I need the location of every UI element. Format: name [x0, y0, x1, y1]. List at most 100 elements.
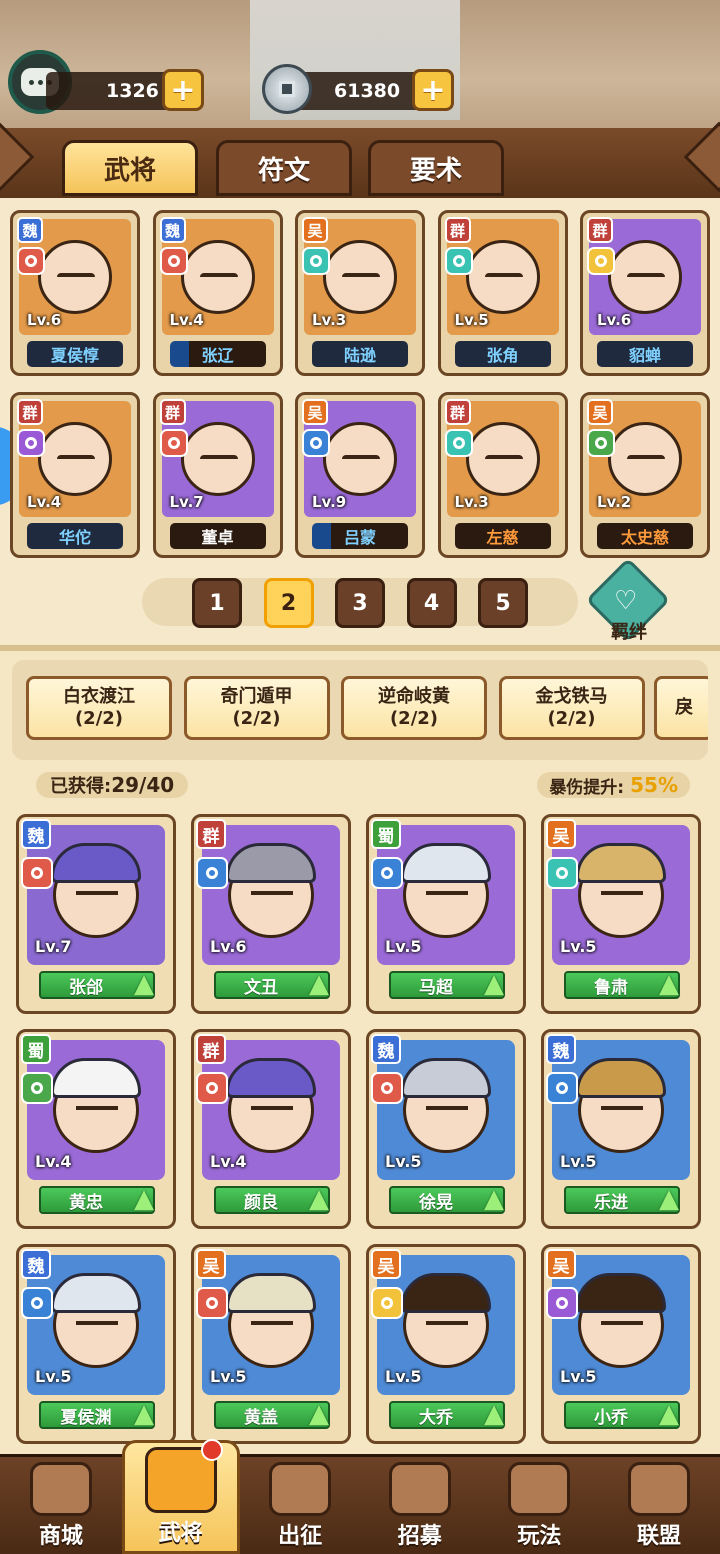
nav-label: 出征 — [278, 1524, 323, 1549]
nav-modes[interactable]: 玩法 — [480, 1458, 598, 1554]
owned-hero-card[interactable]: 魏 Lv.5 徐晃 ▲ — [366, 1029, 526, 1229]
roster-card[interactable]: 群 Lv.6 貂蝉 — [580, 210, 710, 376]
owned-hero-card[interactable]: 群 Lv.4 颜良 ▲ — [191, 1029, 351, 1229]
owned-hero-card[interactable]: 吴 Lv.5 小乔 ▲ — [541, 1244, 701, 1444]
helmet-icon — [51, 843, 141, 883]
hero-name: 貂蝉 — [628, 346, 661, 365]
owned-hero-card[interactable]: 吴 Lv.5 黄盖 ▲ — [191, 1244, 351, 1444]
roster-card[interactable]: 魏 Lv.4 张辽 — [152, 210, 283, 376]
hero-name-bar: 左慈 — [454, 523, 551, 549]
bond-card[interactable]: 金戈铁马 (2/2) — [498, 676, 645, 740]
upgrade-arrow-icon[interactable]: ▲ — [479, 1184, 509, 1214]
weapon-type-icon — [196, 857, 228, 889]
owned-hero-card[interactable]: 吴 Lv.5 鲁肃 ▲ — [541, 814, 701, 1014]
upgrade-arrow-icon[interactable]: ▲ — [129, 1184, 159, 1214]
owned-hero-card[interactable]: 魏 Lv.5 乐进 ▲ — [541, 1029, 701, 1229]
page-button-5[interactable]: 5 — [478, 578, 528, 628]
tab-generals[interactable]: 武将 — [62, 140, 198, 196]
roster-card[interactable]: 魏 Lv.6 夏侯惇 — [10, 210, 140, 376]
bond-card[interactable]: 白衣渡江 (2/2) — [26, 676, 172, 740]
roster-card[interactable]: 吴 Lv.2 太史慈 — [580, 392, 710, 558]
owned-hero-card[interactable]: 蜀 Lv.5 马超 ▲ — [366, 814, 526, 1014]
hero-level: Lv.4 — [27, 493, 62, 511]
bond-card[interactable]: 奇门遁甲 (2/2) — [183, 676, 330, 740]
upgrade-arrow-icon[interactable]: ▲ — [654, 969, 684, 999]
weapon-type-icon — [546, 1072, 578, 1104]
upgrade-arrow-icon[interactable]: ▲ — [654, 1184, 684, 1214]
add-coins-button[interactable]: + — [412, 69, 454, 111]
nav-generals[interactable]: 武将 — [121, 1439, 240, 1554]
upgrade-arrow-icon[interactable]: ▲ — [129, 969, 159, 999]
owned-hero-card[interactable]: 吴 Lv.5 大乔 ▲ — [366, 1244, 526, 1444]
helmet-icon — [401, 843, 491, 883]
helmet-icon — [51, 1273, 141, 1313]
upgrade-arrow-icon[interactable]: ▲ — [304, 969, 334, 999]
page-button-3[interactable]: 3 — [335, 578, 385, 628]
upgrade-arrow-icon[interactable]: ▲ — [479, 1399, 509, 1429]
hero-level: Lv.6 — [597, 311, 632, 329]
hero-name-bar: 董卓 — [169, 523, 266, 549]
hero-level: Lv.4 — [35, 1152, 72, 1171]
hero-level: Lv.3 — [454, 493, 489, 511]
page-button-2[interactable]: 2 — [263, 578, 314, 628]
tab-runes[interactable]: 符文 — [216, 140, 352, 196]
bond-name: 白衣渡江 — [63, 686, 135, 707]
hero-name: 太史慈 — [620, 528, 669, 547]
nav-alliance[interactable]: 联盟 — [600, 1458, 718, 1554]
collected-label: 已获得: — [50, 776, 112, 797]
hero-name: 乐进 — [594, 1192, 628, 1213]
owned-hero-card[interactable]: 群 Lv.6 文丑 ▲ — [191, 814, 351, 1014]
hero-level: Lv.5 — [35, 1367, 72, 1386]
weapon-type-icon — [21, 857, 53, 889]
faction-badge: 魏 — [159, 217, 186, 243]
weapon-type-icon — [587, 429, 615, 457]
hero-name: 马超 — [419, 977, 453, 998]
helmet-icon — [226, 1273, 316, 1313]
upgrade-arrow-icon[interactable]: ▲ — [479, 969, 509, 999]
bond-label: 羁绊 — [611, 622, 647, 643]
helmet-icon — [401, 1273, 491, 1313]
weapon-type-icon — [21, 1072, 53, 1104]
roster-card[interactable]: 群 Lv.3 左慈 — [437, 392, 568, 558]
tab-arts[interactable]: 要术 — [368, 140, 504, 196]
page-button-4[interactable]: 4 — [406, 578, 457, 628]
bond-card-partial[interactable]: 戾 — [654, 676, 708, 740]
roster-card[interactable]: 吴 Lv.9 吕蒙 — [295, 392, 425, 558]
owned-hero-card[interactable]: 蜀 Lv.4 黄忠 ▲ — [16, 1029, 176, 1229]
page-button-1[interactable]: 1 — [192, 578, 242, 628]
roster-card[interactable]: 吴 Lv.3 陆逊 — [295, 210, 425, 376]
hero-name: 颜良 — [244, 1192, 278, 1213]
hero-level: Lv.7 — [169, 493, 204, 511]
upgrade-arrow-icon[interactable]: ▲ — [304, 1399, 334, 1429]
roster-card[interactable]: 群 Lv.7 董卓 — [152, 392, 283, 558]
upgrade-arrow-icon[interactable]: ▲ — [129, 1399, 159, 1429]
hero-name: 董卓 — [201, 528, 234, 547]
upgrade-arrow-icon[interactable]: ▲ — [654, 1399, 684, 1429]
faction-badge: 魏 — [546, 1034, 576, 1064]
hero-name: 张角 — [486, 346, 519, 365]
faction-badge: 群 — [159, 399, 186, 425]
nav-label: 商城 — [38, 1524, 83, 1549]
add-gems-button[interactable]: + — [162, 69, 204, 111]
roster-card[interactable]: 群 Lv.5 张角 — [437, 210, 568, 376]
hero-level: Lv.6 — [27, 311, 62, 329]
nav-label: 武将 — [158, 1521, 203, 1546]
nav-shop[interactable]: 商城 — [2, 1458, 120, 1554]
bond-card[interactable]: 逆命岐黄 (2/2) — [341, 676, 487, 740]
hero-level: Lv.5 — [454, 311, 489, 329]
hero-name-bar: 太史慈 — [597, 523, 693, 549]
owned-hero-card[interactable]: 魏 Lv.5 夏侯渊 ▲ — [16, 1244, 176, 1444]
collected-value: 29/40 — [111, 773, 175, 797]
faction-badge: 群 — [587, 217, 613, 243]
owned-hero-card[interactable]: 魏 Lv.7 张郃 ▲ — [16, 814, 176, 1014]
bond-list: 白衣渡江 (2/2) 奇门遁甲 (2/2) 逆命岐黄 (2/2) 金戈铁马 (2/2)… — [12, 660, 708, 760]
roster-card[interactable]: 群 Lv.4 华佗 — [10, 392, 140, 558]
hero-name: 吕蒙 — [343, 528, 376, 547]
hero-name-bar: 陆逊 — [312, 341, 408, 367]
hero-name: 夏侯惇 — [50, 346, 99, 365]
faction-badge: 蜀 — [371, 819, 401, 849]
nav-campaign[interactable]: 出征 — [241, 1458, 359, 1554]
upgrade-arrow-icon[interactable]: ▲ — [304, 1184, 334, 1214]
nav-recruit[interactable]: 招募 — [361, 1458, 479, 1554]
hero-level: Lv.6 — [210, 937, 247, 956]
